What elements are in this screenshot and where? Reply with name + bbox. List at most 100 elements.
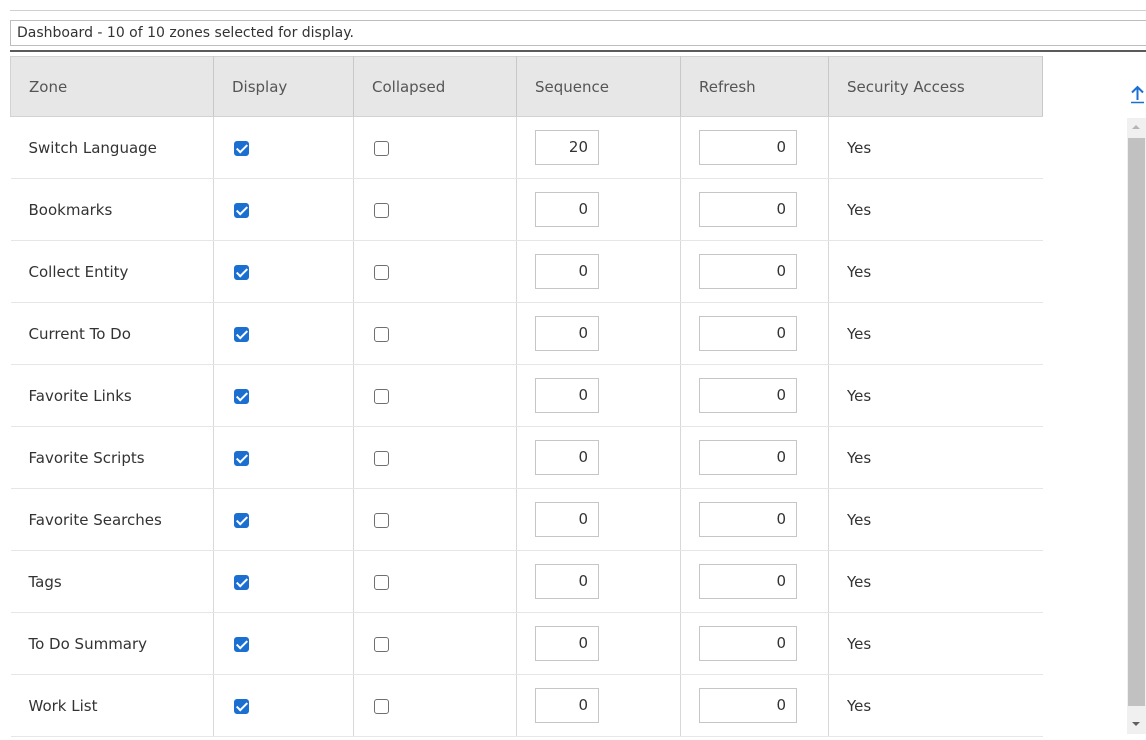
- collapsed-checkbox[interactable]: [374, 636, 389, 652]
- refresh-input[interactable]: 0: [699, 130, 797, 165]
- top-divider: [10, 10, 1146, 11]
- refresh-input[interactable]: 0: [699, 192, 797, 227]
- refresh-input[interactable]: 0: [699, 688, 797, 723]
- sequence-input[interactable]: 0: [535, 254, 599, 289]
- display-cell: [213, 488, 354, 551]
- column-header-security-access[interactable]: Security Access: [828, 56, 1043, 117]
- collapsed-checkbox[interactable]: [374, 450, 389, 466]
- display-cell: [213, 302, 354, 365]
- security-access-value: Yes: [828, 674, 1043, 737]
- collapsed-checkbox[interactable]: [374, 512, 389, 528]
- display-checkbox[interactable]: [234, 264, 249, 280]
- security-access-value: Yes: [828, 426, 1043, 489]
- sequence-cell: 0: [516, 426, 681, 489]
- column-header-sequence[interactable]: Sequence: [516, 56, 681, 117]
- collapsed-cell: [353, 178, 517, 241]
- security-access-value: Yes: [828, 364, 1043, 427]
- dashboard-zones-page: Dashboard - 10 of 10 zones selected for …: [0, 0, 1146, 740]
- column-header-display[interactable]: Display: [213, 56, 354, 117]
- collapsed-checkbox[interactable]: [374, 326, 389, 342]
- display-cell: [213, 116, 354, 179]
- collapsed-checkbox[interactable]: [374, 698, 389, 714]
- collapsed-checkbox[interactable]: [374, 574, 389, 590]
- collapsed-cell: [353, 550, 517, 613]
- display-checkbox[interactable]: [234, 512, 249, 528]
- display-checkbox[interactable]: [234, 698, 249, 714]
- table-header-row: Zone Display Collapsed Sequence Refresh …: [10, 56, 1043, 117]
- security-access-value: Yes: [828, 550, 1043, 613]
- vertical-scrollbar[interactable]: [1127, 118, 1146, 734]
- sequence-cell: 0: [516, 240, 681, 303]
- refresh-input[interactable]: 0: [699, 378, 797, 413]
- display-cell: [213, 550, 354, 613]
- refresh-input[interactable]: 0: [699, 440, 797, 475]
- collapsed-cell: [353, 364, 517, 427]
- collapsed-checkbox[interactable]: [374, 388, 389, 404]
- refresh-cell: 0: [680, 612, 829, 675]
- security-access-value: Yes: [828, 240, 1043, 303]
- collapsed-checkbox[interactable]: [374, 202, 389, 218]
- sequence-input[interactable]: 0: [535, 688, 599, 723]
- refresh-cell: 0: [680, 674, 829, 737]
- refresh-cell: 0: [680, 550, 829, 613]
- refresh-cell: 0: [680, 178, 829, 241]
- refresh-cell: 0: [680, 426, 829, 489]
- refresh-cell: 0: [680, 488, 829, 551]
- sequence-cell: 0: [516, 550, 681, 613]
- scrollbar-thumb[interactable]: [1128, 138, 1145, 706]
- scroll-up-arrow-icon[interactable]: [1127, 118, 1146, 138]
- refresh-input[interactable]: 0: [699, 564, 797, 599]
- header-divider: [10, 50, 1146, 52]
- display-checkbox[interactable]: [234, 388, 249, 404]
- arrow-up-icon[interactable]: [1129, 84, 1146, 104]
- zone-name: Switch Language: [10, 116, 214, 179]
- collapsed-cell: [353, 240, 517, 303]
- security-access-value: Yes: [828, 302, 1043, 365]
- sequence-input[interactable]: 0: [535, 440, 599, 475]
- sequence-input[interactable]: 0: [535, 378, 599, 413]
- table-row: Collect Entity 0 0 Yes: [10, 240, 1043, 303]
- table-row: Favorite Scripts 0 0 Yes: [10, 426, 1043, 489]
- collapsed-cell: [353, 674, 517, 737]
- column-header-refresh[interactable]: Refresh: [680, 56, 829, 117]
- zones-table-body: Switch Language 20 0 Yes Bookmarks 0 0 Yes Colle…: [10, 116, 1043, 737]
- sequence-input[interactable]: 0: [535, 626, 599, 661]
- sequence-cell: 20: [516, 116, 681, 179]
- refresh-input[interactable]: 0: [699, 254, 797, 289]
- column-header-collapsed[interactable]: Collapsed: [353, 56, 517, 117]
- display-checkbox[interactable]: [234, 326, 249, 342]
- scroll-down-arrow-icon[interactable]: [1127, 714, 1146, 734]
- sequence-cell: 0: [516, 674, 681, 737]
- display-checkbox[interactable]: [234, 202, 249, 218]
- display-cell: [213, 240, 354, 303]
- collapsed-cell: [353, 116, 517, 179]
- display-cell: [213, 674, 354, 737]
- display-checkbox[interactable]: [234, 450, 249, 466]
- refresh-cell: 0: [680, 116, 829, 179]
- sequence-input[interactable]: 0: [535, 316, 599, 351]
- refresh-input[interactable]: 0: [699, 626, 797, 661]
- refresh-input[interactable]: 0: [699, 316, 797, 351]
- column-header-zone[interactable]: Zone: [10, 56, 214, 117]
- refresh-cell: 0: [680, 364, 829, 427]
- refresh-cell: 0: [680, 302, 829, 365]
- display-cell: [213, 364, 354, 427]
- display-cell: [213, 612, 354, 675]
- sequence-input[interactable]: 0: [535, 192, 599, 227]
- sequence-cell: 0: [516, 612, 681, 675]
- zone-name: Collect Entity: [10, 240, 214, 303]
- sequence-input[interactable]: 20: [535, 130, 599, 165]
- sequence-input[interactable]: 0: [535, 564, 599, 599]
- collapsed-checkbox[interactable]: [374, 264, 389, 280]
- collapsed-cell: [353, 426, 517, 489]
- table-row: To Do Summary 0 0 Yes: [10, 612, 1043, 675]
- zone-name: Favorite Scripts: [10, 426, 214, 489]
- display-checkbox[interactable]: [234, 140, 249, 156]
- collapsed-checkbox[interactable]: [374, 140, 389, 156]
- display-checkbox[interactable]: [234, 574, 249, 590]
- display-checkbox[interactable]: [234, 636, 249, 652]
- collapsed-cell: [353, 488, 517, 551]
- refresh-input[interactable]: 0: [699, 502, 797, 537]
- table-row: Tags 0 0 Yes: [10, 550, 1043, 613]
- sequence-input[interactable]: 0: [535, 502, 599, 537]
